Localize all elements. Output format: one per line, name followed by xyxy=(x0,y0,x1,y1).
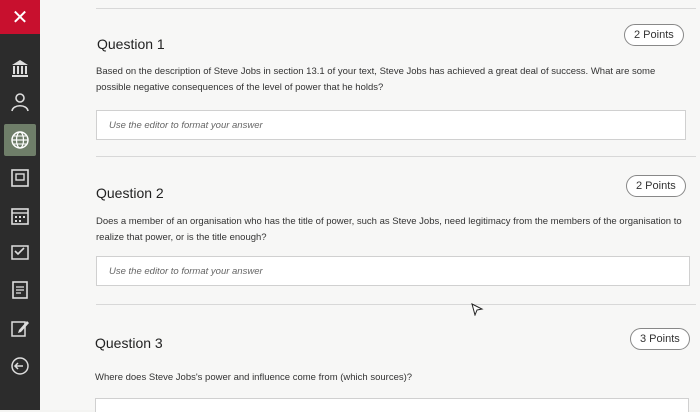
grades-icon[interactable] xyxy=(4,236,36,268)
question-3-points: 3 Points xyxy=(630,328,690,350)
question-3-text: Where does Steve Jobs's power and influe… xyxy=(95,372,413,383)
answer-placeholder: Use the editor to format your answer xyxy=(109,120,263,131)
question-1-points: 2 Points xyxy=(624,24,684,46)
question-2-text: Does a member of an organisation who has… xyxy=(96,216,682,243)
divider xyxy=(96,156,696,157)
question-1-text: Based on the description of Steve Jobs i… xyxy=(96,66,656,93)
user-icon[interactable] xyxy=(4,86,36,118)
divider xyxy=(96,304,696,305)
edit-icon[interactable] xyxy=(4,312,36,344)
question-2-points: 2 Points xyxy=(626,175,686,197)
globe-icon[interactable] xyxy=(4,124,36,156)
sidebar: ✕ xyxy=(0,0,40,410)
calendar-icon[interactable] xyxy=(4,200,36,232)
question-1-answer-field[interactable]: Use the editor to format your answer xyxy=(96,110,686,140)
logout-icon[interactable] xyxy=(4,350,36,382)
document-icon[interactable] xyxy=(4,162,36,194)
question-2-title: Question 2 xyxy=(96,185,164,201)
question-1-title: Question 1 xyxy=(97,36,165,52)
close-button[interactable]: ✕ xyxy=(0,0,40,34)
question-3-title: Question 3 xyxy=(95,335,163,351)
mouse-cursor-icon xyxy=(471,303,484,316)
divider xyxy=(96,8,696,9)
tasks-icon[interactable] xyxy=(4,274,36,306)
institution-icon[interactable] xyxy=(4,52,36,84)
question-2-answer-field[interactable]: Use the editor to format your answer xyxy=(96,256,690,286)
quiz-main: Question 1 2 Points Based on the descrip… xyxy=(40,0,700,412)
answer-placeholder: Use the editor to format your answer xyxy=(109,266,263,277)
